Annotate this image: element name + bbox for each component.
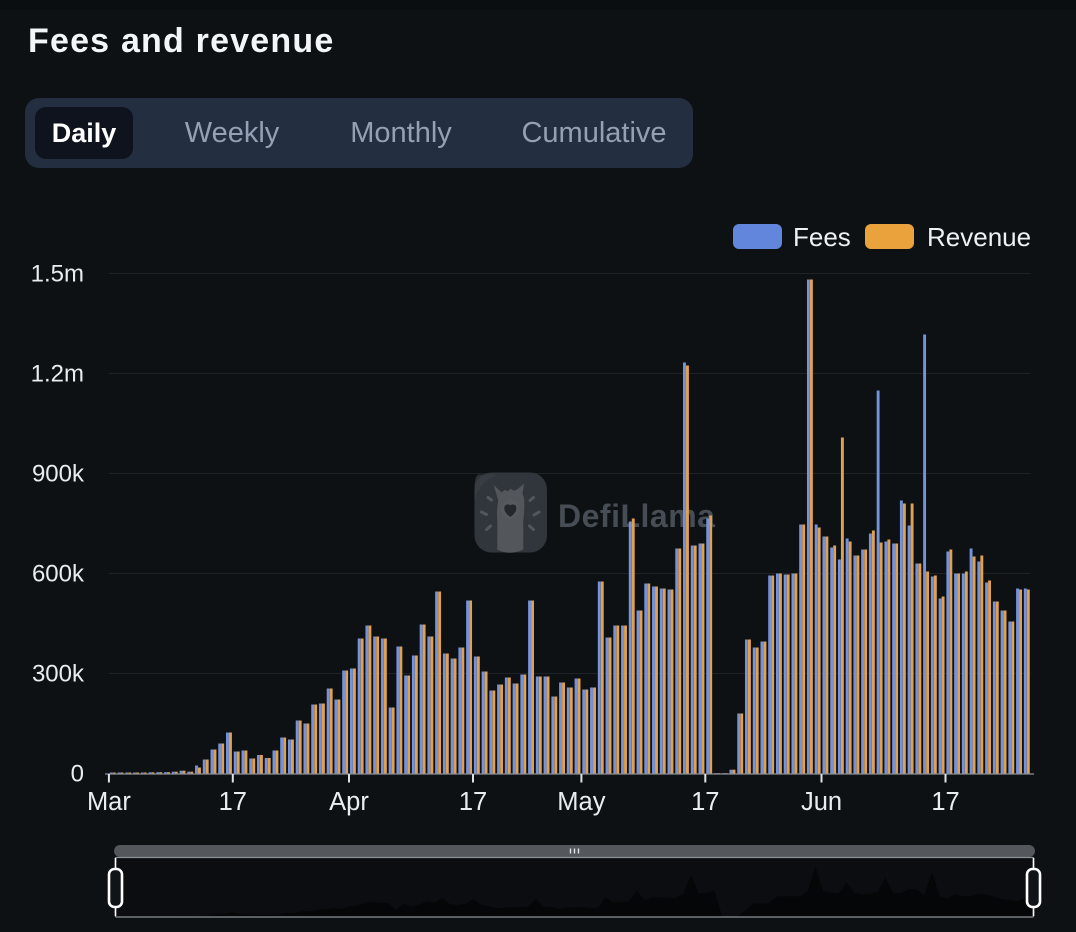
svg-text:0: 0 bbox=[71, 761, 84, 788]
svg-text:17: 17 bbox=[459, 788, 487, 816]
svg-text:17: 17 bbox=[691, 788, 719, 816]
svg-text:17: 17 bbox=[219, 788, 247, 816]
svg-text:17: 17 bbox=[931, 788, 959, 816]
svg-text:600k: 600k bbox=[32, 561, 85, 588]
svg-text:Revenue: Revenue bbox=[927, 222, 1031, 252]
svg-text:1.5m: 1.5m bbox=[31, 261, 84, 288]
svg-text:May: May bbox=[557, 788, 605, 816]
svg-text:300k: 300k bbox=[32, 661, 85, 688]
svg-text:Fees: Fees bbox=[793, 222, 851, 252]
svg-text:DefiLlama: DefiLlama bbox=[558, 498, 715, 534]
svg-text:Jun: Jun bbox=[801, 788, 842, 816]
svg-text:Mar: Mar bbox=[87, 788, 131, 816]
svg-text:1.2m: 1.2m bbox=[31, 361, 84, 388]
svg-text:Apr: Apr bbox=[329, 788, 369, 816]
svg-text:900k: 900k bbox=[32, 461, 85, 488]
